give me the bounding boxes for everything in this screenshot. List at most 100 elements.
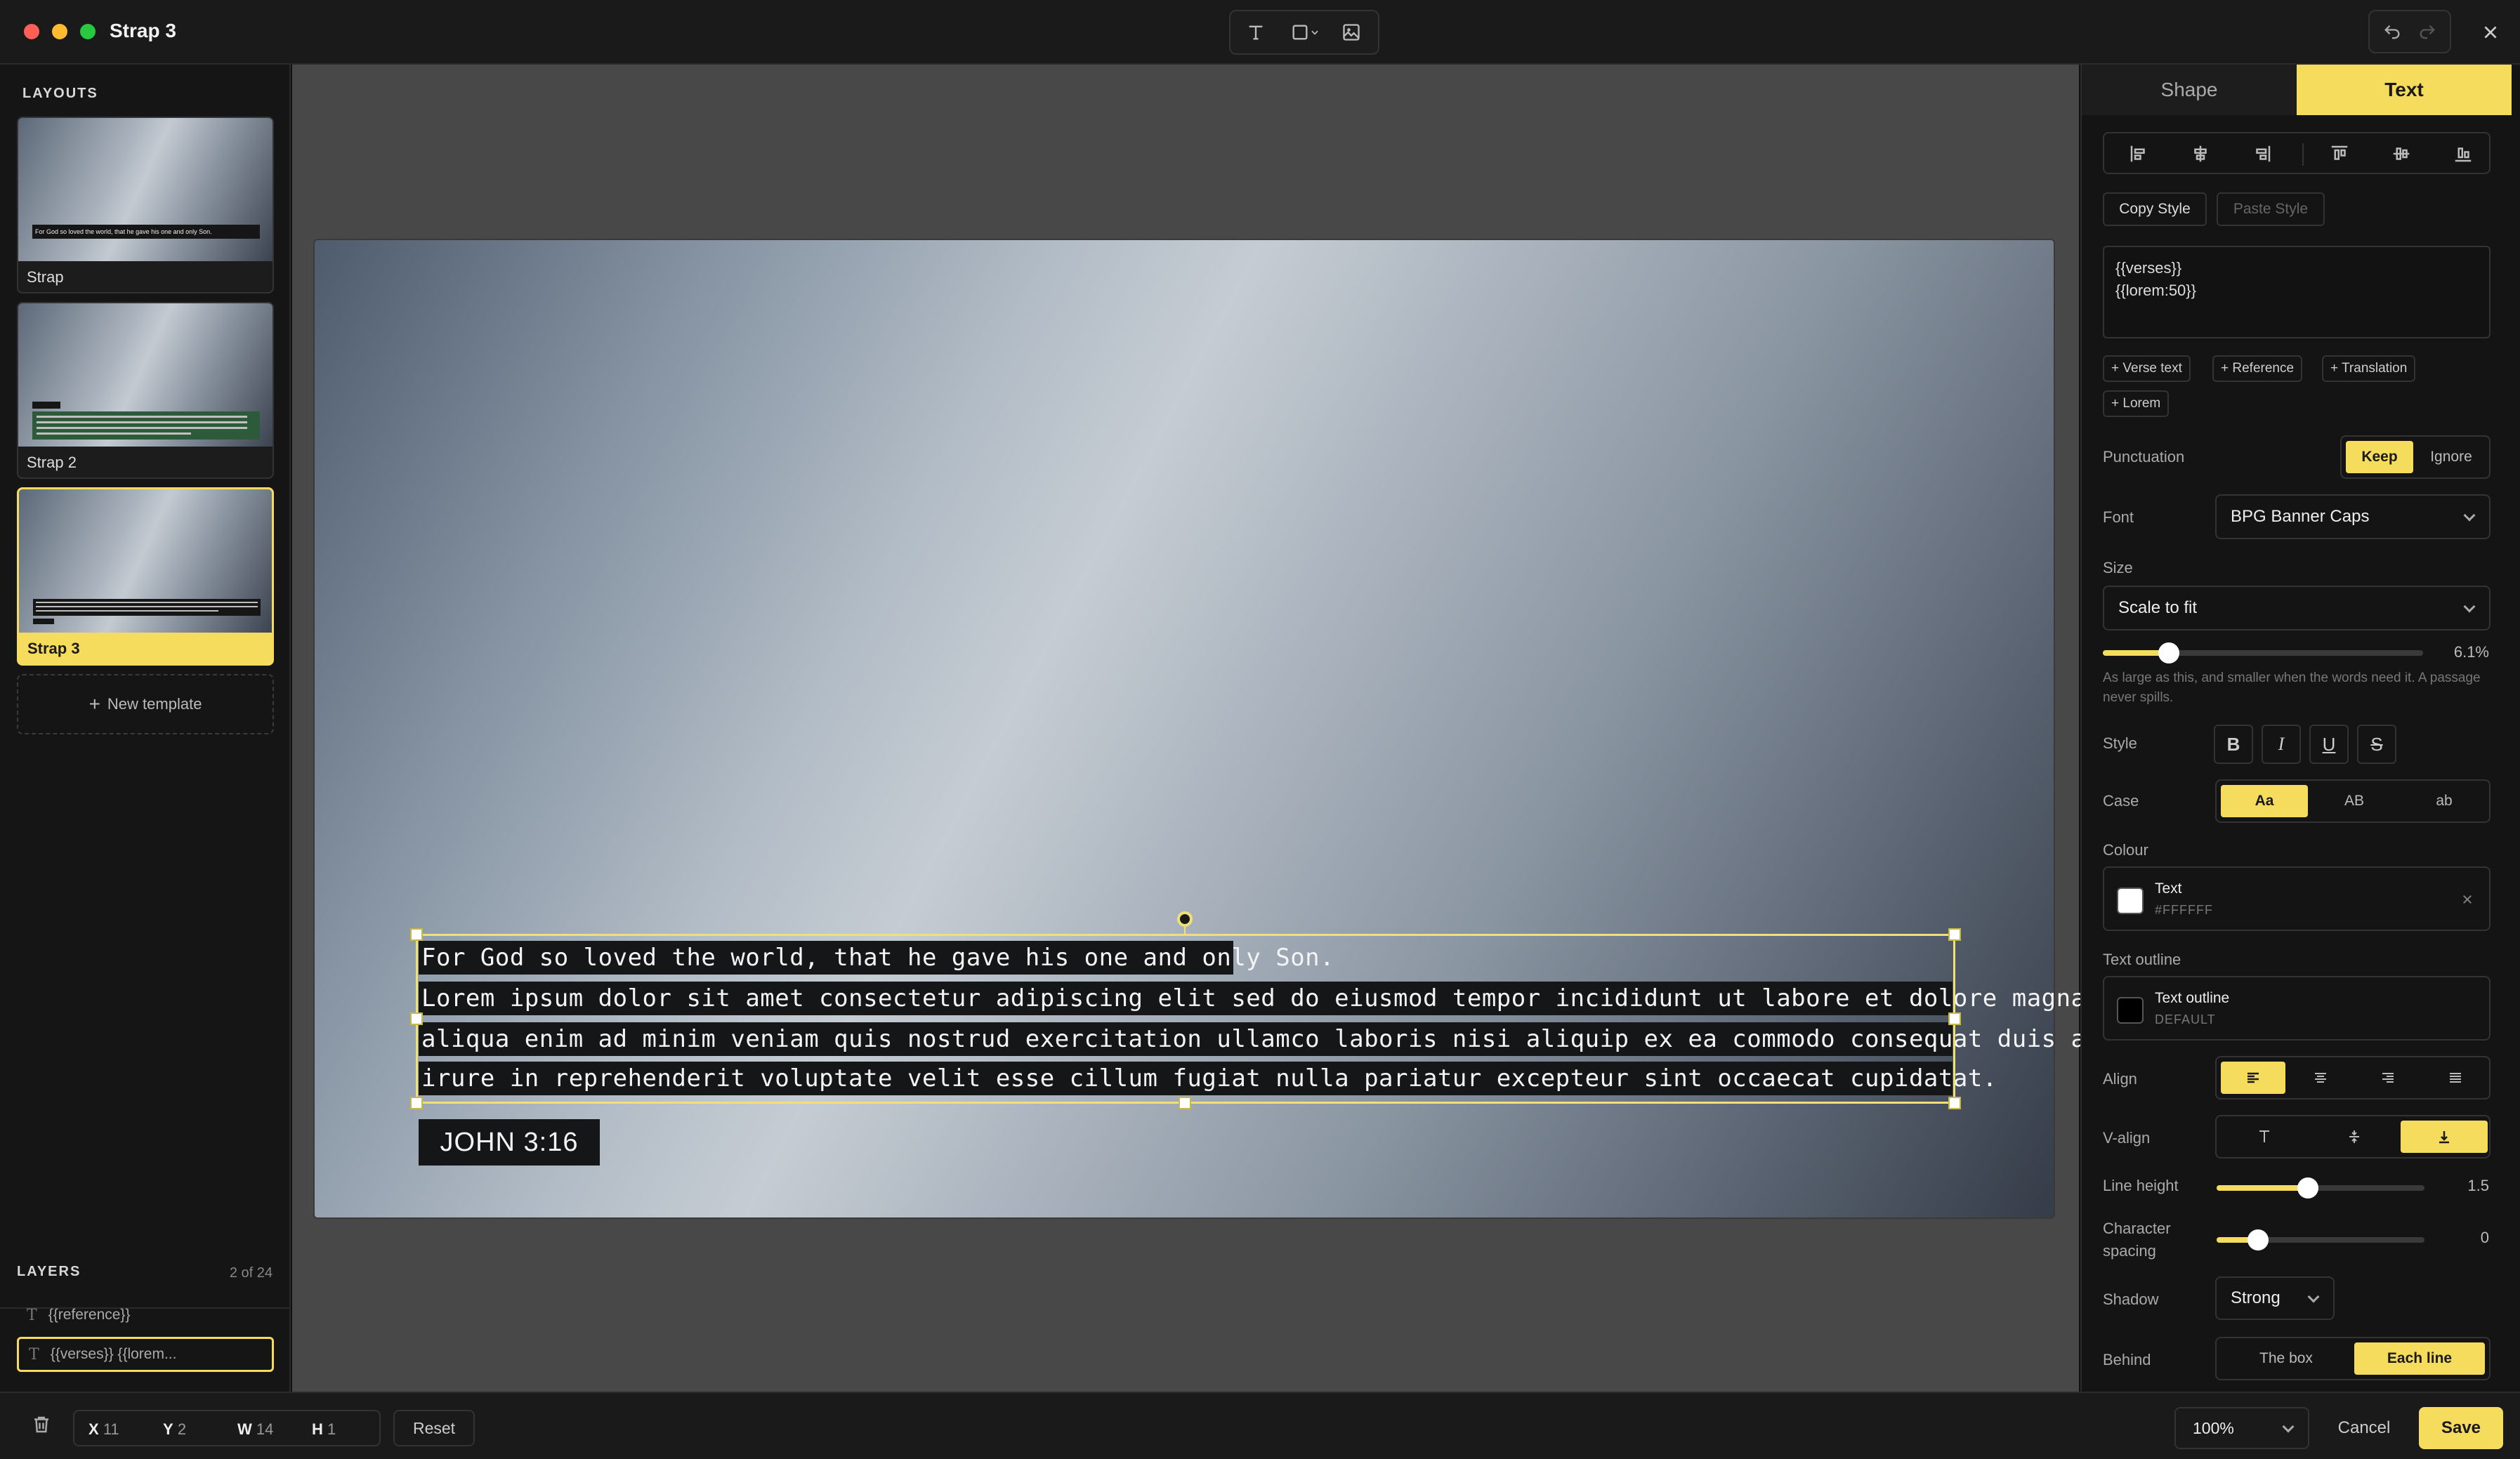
size-mode-select[interactable]: Scale to fit [2103,586,2491,631]
add-text-button[interactable] [1240,18,1271,46]
behind-the-box-option[interactable]: The box [2221,1342,2351,1375]
cancel-button[interactable]: Cancel [2325,1407,2403,1449]
insert-translation-chip[interactable]: + Translation [2322,355,2416,382]
layouts-heading: LAYOUTS [22,86,98,101]
resize-handle-top-left[interactable] [410,928,423,941]
canvas-area[interactable] [292,65,2079,1392]
colour-name: Text [2155,880,2182,897]
behind-each-line-option[interactable]: Each line [2354,1342,2485,1375]
layout-label: Strap 3 [27,640,80,657]
resize-handle-bottom[interactable] [1179,1097,1191,1109]
case-upper-option[interactable]: AB [2311,785,2398,817]
italic-button[interactable]: I [2262,725,2301,764]
insert-toolbar [1229,10,1379,55]
font-label: Font [2103,508,2134,526]
delete-layer-button[interactable] [31,1413,55,1439]
valign-middle-option[interactable] [2311,1121,2398,1153]
paste-style-button[interactable]: Paste Style [2217,192,2325,226]
slider-knob[interactable] [2247,1229,2269,1250]
case-sentence-option[interactable]: Aa [2221,785,2308,817]
add-shape-button[interactable] [1282,18,1327,46]
size-slider[interactable] [2103,642,2423,664]
punctuation-keep-option[interactable]: Keep [2346,441,2413,473]
text-align-left-option[interactable] [2221,1062,2285,1094]
punctuation-ignore-option[interactable]: Ignore [2417,441,2485,473]
insert-lorem-chip[interactable]: + Lorem [2103,390,2170,417]
zoom-value: 100% [2193,1418,2234,1437]
reset-button[interactable]: Reset [393,1410,475,1446]
colour-hex: #FFFFFF [2155,903,2213,917]
thumbnail-text-block [33,599,261,616]
text-outline-picker[interactable]: Text outline DEFAULT [2103,976,2491,1041]
copy-style-button[interactable]: Copy Style [2103,192,2207,226]
shadow-select[interactable]: Strong [2215,1276,2335,1320]
valign-bottom-icon [2439,1131,2449,1144]
thumbnail-reference [32,402,60,409]
close-editor-button[interactable] [2474,15,2507,49]
colour-swatch[interactable] [2117,887,2144,914]
align-right-icon[interactable] [2252,143,2273,164]
w-value: 14 [256,1420,274,1438]
font-select[interactable]: BPG Banner Caps [2215,494,2491,539]
resize-handle-top-right[interactable] [1948,928,1961,941]
align-left-icon[interactable] [2128,143,2149,164]
resize-handle-left[interactable] [410,1012,423,1025]
text-align-center-option[interactable] [2288,1062,2353,1094]
chevron-down-icon [2282,1420,2295,1433]
x-field[interactable]: X 11 [88,1420,119,1439]
clear-colour-icon[interactable] [2461,893,2474,906]
layer-item-verses[interactable]: T {{verses}} {{lorem... [17,1337,274,1372]
align-center-h-icon[interactable] [2190,143,2211,164]
template-text-input[interactable] [2103,246,2491,338]
bold-button[interactable]: B [2214,725,2253,764]
outline-swatch[interactable] [2117,997,2144,1024]
valign-top-option[interactable] [2221,1121,2308,1153]
layer-item-reference[interactable]: T {{reference}} [17,1298,274,1333]
underline-button[interactable]: U [2309,725,2349,764]
resize-handle-bottom-right[interactable] [1948,1097,1961,1109]
insert-reference-chip[interactable]: + Reference [2212,355,2303,382]
text-icon [1249,25,1263,40]
w-label: W [237,1420,252,1438]
zoom-select[interactable]: 100% [2174,1407,2309,1449]
valign-bottom-option[interactable] [2401,1121,2488,1153]
tab-text[interactable]: Text [2297,65,2512,115]
y-field[interactable]: Y 2 [163,1420,186,1439]
left-sidebar: LAYOUTS For God so loved the world, that… [0,65,291,1392]
case-lower-option[interactable]: ab [2401,785,2488,817]
minimize-window-button[interactable] [52,24,67,39]
rotation-stem [1184,925,1186,935]
maximize-window-button[interactable] [80,24,96,39]
text-layer-icon: T [29,1345,39,1364]
resize-handle-right[interactable] [1948,1012,1961,1025]
slider-knob[interactable] [2297,1177,2319,1199]
line-height-slider[interactable] [2217,1177,2424,1199]
reference-text[interactable]: JOHN 3:16 [419,1119,600,1166]
slider-knob[interactable] [2158,642,2179,664]
save-button[interactable]: Save [2419,1407,2503,1449]
text-colour-picker[interactable]: Text #FFFFFF [2103,866,2491,931]
strikethrough-button[interactable]: S [2357,725,2396,764]
w-field[interactable]: W 14 [237,1420,273,1439]
rotate-handle[interactable] [1177,911,1193,927]
layout-card-strap-3[interactable]: Strap 3 [17,487,274,666]
character-spacing-slider[interactable] [2217,1229,2424,1250]
close-window-button[interactable] [24,24,39,39]
align-bottom-icon[interactable] [2453,143,2474,164]
font-value: BPG Banner Caps [2231,507,2370,526]
new-template-button[interactable]: + New template [17,674,274,734]
resize-handle-bottom-left[interactable] [410,1097,423,1109]
plus-icon: + [88,693,100,715]
tab-shape[interactable]: Shape [2082,65,2297,115]
align-top-icon[interactable] [2329,143,2350,164]
text-align-justify-option[interactable] [2423,1062,2488,1094]
layout-card-strap[interactable]: For God so loved the world, that he gave… [17,117,274,293]
layout-card-strap-2[interactable]: Strap 2 [17,302,274,479]
align-middle-icon[interactable] [2391,143,2412,164]
redo-button[interactable] [2412,18,2443,46]
text-align-right-option[interactable] [2356,1062,2420,1094]
insert-verse-text-chip[interactable]: + Verse text [2103,355,2191,382]
undo-button[interactable] [2377,18,2408,46]
add-image-button[interactable] [1336,18,1367,46]
h-field[interactable]: H 1 [312,1420,336,1439]
